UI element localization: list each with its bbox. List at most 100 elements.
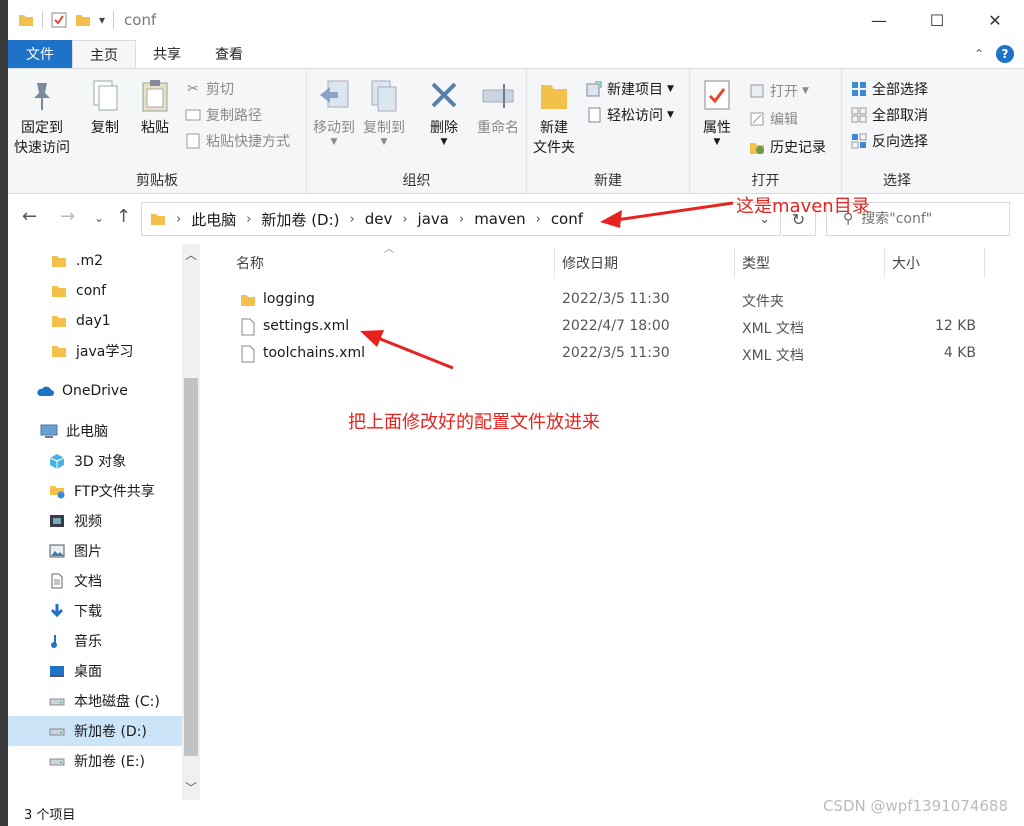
help-icon[interactable]: ? <box>996 45 1014 63</box>
maximize-button[interactable]: ☐ <box>908 0 966 40</box>
breadcrumb-item[interactable]: maven <box>474 210 525 228</box>
sidebar-item[interactable]: conf <box>8 276 182 306</box>
column-header-size[interactable]: 大小 <box>892 250 920 276</box>
close-button[interactable]: ✕ <box>966 0 1024 40</box>
address-bar[interactable]: › 此电脑 › 新加卷 (D:) › dev › java › maven › … <box>141 202 781 236</box>
tab-home[interactable]: 主页 <box>72 40 136 68</box>
breadcrumb-item[interactable]: 此电脑 <box>191 209 236 230</box>
new-group: 新建 文件夹 新建项目 ▼ 轻松访问 ▼ 新建 <box>527 69 690 193</box>
open-button[interactable]: 打开 ▼ <box>748 79 809 103</box>
file-name: logging <box>263 291 315 307</box>
properties-button[interactable]: 属性 ▼ <box>700 77 734 147</box>
network-folder-icon <box>48 482 66 500</box>
search-input[interactable] <box>861 211 992 227</box>
group-label: 选择 <box>883 173 911 189</box>
tab-view[interactable]: 查看 <box>198 40 260 68</box>
file-list: ︿ 名称 修改日期 类型 大小 logging 2022/3/5 11:30 文… <box>204 244 1024 800</box>
file-modified: 2022/3/5 11:30 <box>562 345 670 361</box>
sidebar-item[interactable]: 下载 <box>8 596 182 626</box>
column-divider[interactable] <box>554 248 555 278</box>
sidebar-item[interactable]: 桌面 <box>8 656 182 686</box>
sidebar-item[interactable]: java学习 <box>8 336 182 366</box>
table-row[interactable]: toolchains.xml 2022/3/5 11:30 XML 文档 4 K… <box>232 340 982 367</box>
breadcrumb-item[interactable]: conf <box>551 210 583 228</box>
sidebar-item[interactable]: 本地磁盘 (C:) <box>8 686 182 716</box>
sidebar-item[interactable]: day1 <box>8 306 182 336</box>
history-button[interactable]: 历史记录 <box>748 135 826 159</box>
rename-button[interactable]: 重命名 <box>477 77 519 138</box>
cube-icon <box>48 452 66 470</box>
sidebar-item[interactable]: 文档 <box>8 566 182 596</box>
video-icon <box>48 512 66 530</box>
sidebar-item[interactable]: 此电脑 <box>8 416 182 446</box>
sidebar-scrollbar[interactable]: ︿ ﹀ <box>182 244 200 800</box>
chevron-right-icon: › <box>176 211 182 227</box>
rename-icon <box>482 84 514 108</box>
select-all-button[interactable]: 全部选择 <box>850 77 928 101</box>
invert-selection-button[interactable]: 反向选择 <box>850 129 928 153</box>
easy-access-button[interactable]: 轻松访问 ▼ <box>585 103 674 127</box>
sidebar-item[interactable]: 3D 对象 <box>8 446 182 476</box>
folder-icon <box>151 214 165 225</box>
table-row[interactable]: settings.xml 2022/4/7 18:00 XML 文档 12 KB <box>232 313 982 340</box>
edit-button[interactable]: 编辑 <box>748 107 798 131</box>
sidebar-item[interactable]: .m2 <box>8 246 182 276</box>
download-icon <box>48 602 66 620</box>
chevron-down-icon: ▼ <box>667 110 674 120</box>
breadcrumb-item[interactable]: java <box>418 210 449 228</box>
scroll-up-icon[interactable]: ︿ <box>182 246 200 263</box>
column-header-type[interactable]: 类型 <box>742 250 770 276</box>
table-row[interactable]: logging 2022/3/5 11:30 文件夹 <box>232 286 982 313</box>
sidebar-item[interactable]: 新加卷 (E:) <box>8 746 182 776</box>
sidebar-item[interactable]: 新加卷 (D:) <box>8 716 182 746</box>
minimize-button[interactable]: — <box>850 0 908 40</box>
column-divider[interactable] <box>984 248 985 278</box>
tab-share[interactable]: 共享 <box>136 40 198 68</box>
breadcrumb-item[interactable]: dev <box>365 210 393 228</box>
column-header-name[interactable]: 名称 <box>236 250 264 276</box>
recent-dropdown-icon[interactable]: ⌄ <box>94 211 104 225</box>
tab-file[interactable]: 文件 <box>8 40 72 68</box>
desktop-icon <box>48 662 66 680</box>
chevron-up-icon[interactable]: ⌃ <box>974 47 984 61</box>
file-size: 4 KB <box>943 345 976 361</box>
paste-button[interactable]: 粘贴 <box>138 77 172 138</box>
quick-access-dropdown[interactable]: ▾ <box>99 13 105 27</box>
new-folder-button[interactable]: 新建 文件夹 <box>533 77 575 158</box>
scroll-down-icon[interactable]: ﹀ <box>182 779 200 796</box>
up-arrow-icon[interactable]: ↑ <box>116 206 131 227</box>
copy-button[interactable]: 复制 <box>88 77 122 138</box>
sidebar-item[interactable]: 音乐 <box>8 626 182 656</box>
window-controls: — ☐ ✕ <box>850 0 1024 40</box>
paste-shortcut-button[interactable]: 粘贴快捷方式 <box>184 129 290 153</box>
sidebar-item[interactable]: FTP文件共享 <box>8 476 182 506</box>
document-icon <box>241 345 255 363</box>
forward-arrow-icon[interactable]: → <box>60 206 75 227</box>
scrollbar-thumb[interactable] <box>184 378 198 756</box>
cut-button[interactable]: ✂ 剪切 <box>184 77 234 101</box>
breadcrumb-item[interactable]: 新加卷 (D:) <box>261 209 339 230</box>
group-label: 新建 <box>594 173 622 189</box>
sidebar-item-label: 桌面 <box>74 664 102 680</box>
properties-icon[interactable] <box>51 12 67 28</box>
delete-button[interactable]: 删除 ▼ <box>427 77 461 147</box>
select-none-button[interactable]: 全部取消 <box>850 103 928 127</box>
column-header-modified[interactable]: 修改日期 <box>562 250 618 276</box>
move-to-button[interactable]: 移动到 ▼ <box>313 77 355 147</box>
ribbon-tabs: 文件 主页 共享 查看 ⌃ ? <box>8 40 1024 68</box>
new-item-button[interactable]: 新建项目 ▼ <box>585 77 674 101</box>
pin-to-quick-access-button[interactable]: 固定到 快速访问 <box>14 77 70 158</box>
column-divider[interactable] <box>884 248 885 278</box>
scissors-icon: ✂ <box>187 81 199 97</box>
sidebar-item[interactable]: 图片 <box>8 536 182 566</box>
select-group: 全部选择 全部取消 反向选择 选择 <box>842 69 952 193</box>
sidebar-item[interactable]: 视频 <box>8 506 182 536</box>
folder-icon <box>50 312 68 330</box>
folder-icon <box>50 282 68 300</box>
column-divider[interactable] <box>734 248 735 278</box>
back-arrow-icon[interactable]: ← <box>22 206 37 227</box>
copy-to-button[interactable]: 复制到 ▼ <box>363 77 405 147</box>
sidebar-item[interactable]: OneDrive <box>8 376 182 406</box>
new-folder-icon[interactable] <box>75 12 91 28</box>
copy-path-button[interactable]: 复制路径 <box>184 103 262 127</box>
